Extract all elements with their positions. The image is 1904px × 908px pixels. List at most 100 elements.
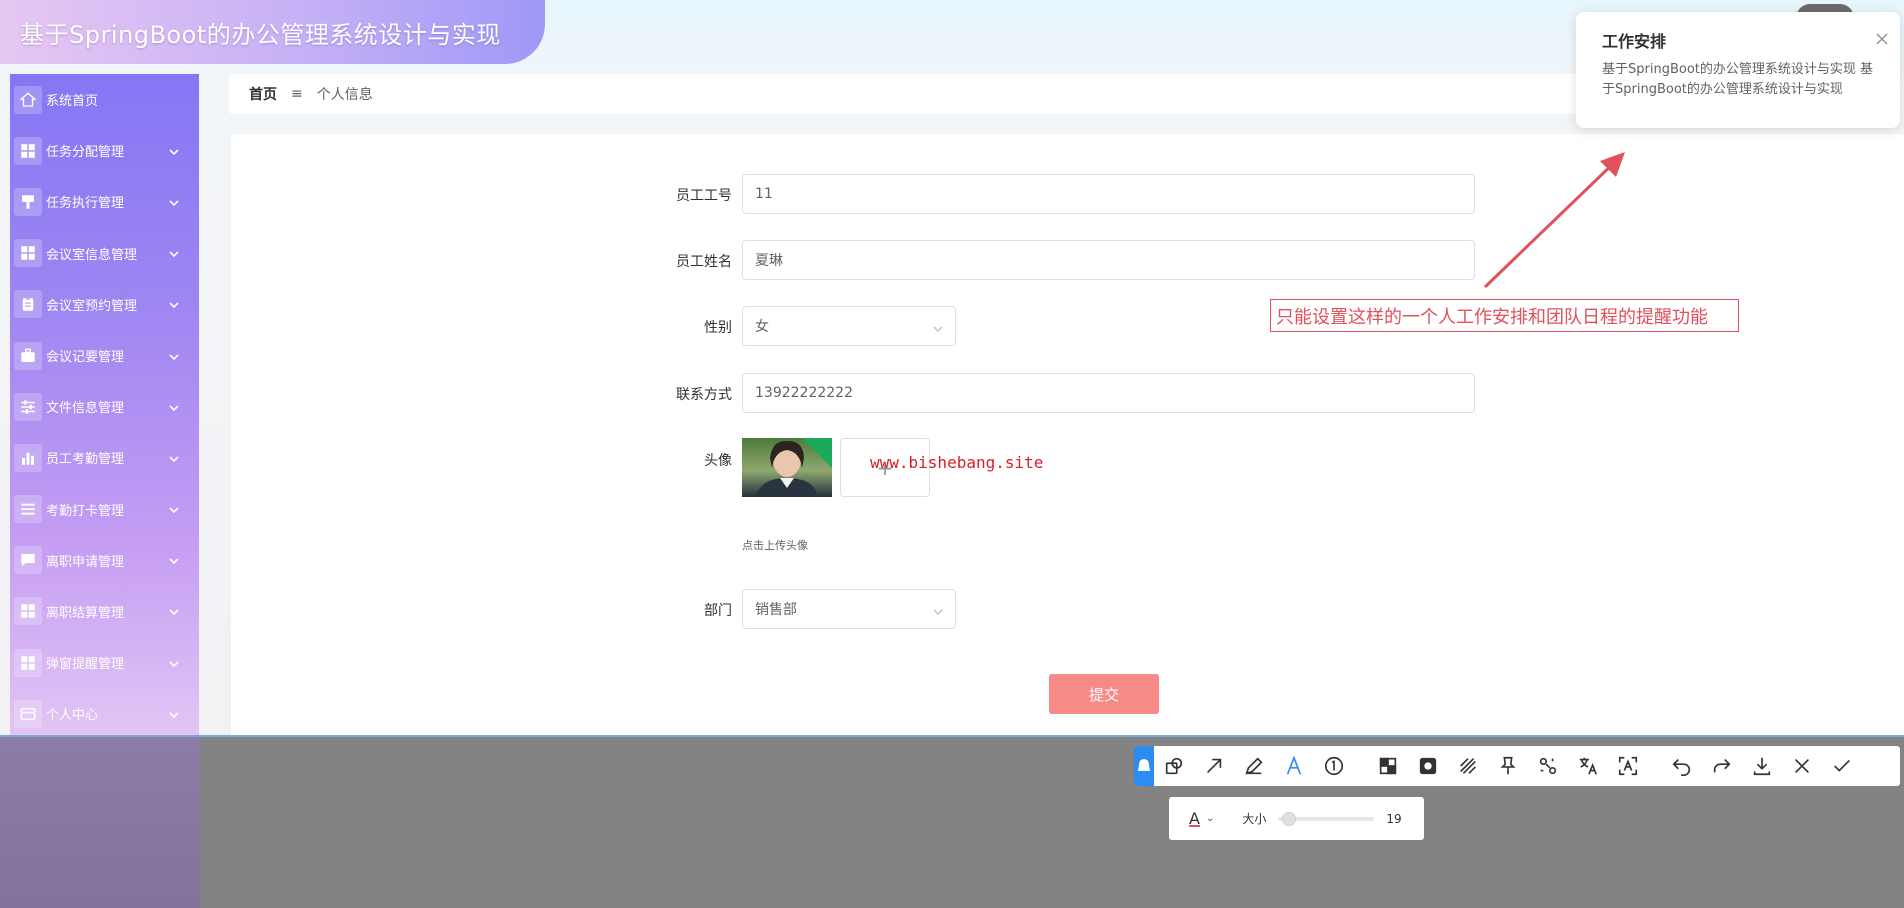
sidebar-item-task-exec[interactable]: 任务执行管理: [10, 176, 199, 227]
close-icon[interactable]: [1782, 746, 1822, 786]
annotation-text-box[interactable]: 只能设置这样的一个人工作安排和团队日程的提醒功能: [1270, 299, 1739, 332]
text-size-panel: A ⌄ 大小 19: [1169, 797, 1424, 840]
sidebar-item-label: 任务分配管理: [46, 145, 125, 161]
sidebar-item-clock-in[interactable]: 考勤打卡管理: [10, 484, 199, 535]
size-slider-handle[interactable]: [1282, 811, 1297, 826]
size-slider[interactable]: [1278, 811, 1375, 826]
briefcase-icon: [14, 341, 42, 370]
chevron-down-icon: [169, 709, 179, 719]
sidebar-item-resign-settle[interactable]: 离职结算管理: [10, 586, 199, 637]
contact-label: 联系方式: [676, 387, 732, 403]
sidebar-item-meeting-minutes[interactable]: 会议记要管理: [10, 330, 199, 381]
close-icon[interactable]: [1876, 30, 1888, 45]
sliders-icon: [14, 392, 42, 421]
chevron-down-icon: [169, 402, 179, 412]
grid-icon: [14, 239, 42, 268]
translate-icon[interactable]: [1568, 746, 1608, 786]
scan-icon[interactable]: [1528, 746, 1568, 786]
department-value: 销售部: [755, 602, 797, 618]
sidebar-item-attendance[interactable]: 员工考勤管理: [10, 432, 199, 483]
sidebar-item-label: 任务执行管理: [46, 196, 125, 212]
sidebar-item-label: 会议室预约管理: [46, 298, 138, 314]
sidebar-item-home[interactable]: 系统首页: [10, 74, 199, 125]
pin-icon[interactable]: [1134, 746, 1154, 786]
dimmed-sidebar-remainder: [0, 736, 200, 908]
avatar[interactable]: [742, 438, 832, 497]
sidebar: 系统首页 任务分配管理 任务执行管理 会议室信息管理 会议室预约管理 会议记要管…: [10, 74, 199, 736]
sidebar-item-label: 会议室信息管理: [46, 247, 138, 263]
contact-input[interactable]: 13922222222: [742, 373, 1475, 413]
chevron-down-icon: [169, 453, 179, 463]
employee-no-value: 11: [755, 186, 773, 202]
download-icon[interactable]: [1742, 746, 1782, 786]
sidebar-item-popup-reminder[interactable]: 弹窗提醒管理: [10, 637, 199, 688]
hatch-icon[interactable]: [1448, 746, 1488, 786]
sidebar-item-profile[interactable]: 个人中心: [10, 688, 199, 736]
sidebar-item-files[interactable]: 文件信息管理: [10, 381, 199, 432]
screenshot-toolbar: [1134, 746, 1900, 786]
contact-value: 13922222222: [755, 385, 853, 401]
chevron-down-icon: [933, 322, 943, 333]
sidebar-item-label: 系统首页: [46, 94, 99, 110]
notification-title: 工作安排: [1602, 32, 1667, 51]
chevron-down-icon: [169, 504, 179, 514]
employee-name-input[interactable]: 夏琳: [742, 240, 1475, 280]
shape-icon[interactable]: [1154, 746, 1194, 786]
grid-icon: [14, 648, 42, 677]
mosaic-icon[interactable]: [1368, 746, 1408, 786]
bar-chart-icon: [14, 443, 42, 472]
avatar-label: 头像: [704, 453, 732, 469]
breadcrumb-home[interactable]: 首页: [249, 84, 277, 104]
brush-icon: [14, 187, 42, 216]
sidebar-item-label: 会议记要管理: [46, 350, 125, 366]
app-title-text: 基于SpringBoot的办公管理系统设计与实现: [20, 20, 501, 49]
ocr-icon[interactable]: [1608, 746, 1648, 786]
arrow-icon[interactable]: [1194, 746, 1234, 786]
chevron-down-icon: [169, 555, 179, 565]
grid-icon: [14, 136, 42, 165]
id-card-icon: [14, 699, 42, 728]
sidebar-item-label: 个人中心: [46, 708, 99, 724]
department-label: 部门: [704, 603, 732, 619]
chevron-down-icon: [169, 299, 179, 309]
sidebar-item-label: 离职申请管理: [46, 554, 125, 570]
employee-no-input[interactable]: 11: [742, 174, 1475, 214]
watermark-text: www.bishebang.site: [870, 453, 1044, 472]
pin-top-icon[interactable]: [1488, 746, 1528, 786]
grid-icon: [14, 597, 42, 626]
sidebar-item-resign-apply[interactable]: 离职申请管理: [10, 535, 199, 586]
redo-icon[interactable]: [1702, 746, 1742, 786]
sidebar-item-meeting-booking[interactable]: 会议室预约管理: [10, 279, 199, 330]
text-icon[interactable]: [1274, 746, 1314, 786]
undo-icon[interactable]: [1662, 746, 1702, 786]
chevron-down-icon: [169, 606, 179, 616]
size-value: 19: [1386, 811, 1402, 826]
blur-icon[interactable]: [1408, 746, 1448, 786]
employee-name-label: 员工姓名: [676, 254, 732, 270]
sidebar-item-label: 离职结算管理: [46, 605, 125, 621]
employee-name-value: 夏琳: [755, 253, 783, 269]
notification-popup: 工作安排 基于SpringBoot的办公管理系统设计与实现 基于SpringBo…: [1576, 12, 1900, 128]
gender-label: 性别: [704, 320, 732, 336]
sidebar-item-meeting-room[interactable]: 会议室信息管理: [10, 228, 199, 279]
gender-select[interactable]: 女: [742, 306, 956, 346]
sidebar-item-label: 考勤打卡管理: [46, 503, 125, 519]
chevron-down-icon: [169, 658, 179, 668]
size-label: 大小: [1242, 812, 1267, 826]
pen-icon[interactable]: [1234, 746, 1274, 786]
submit-button[interactable]: 提交: [1049, 674, 1159, 714]
check-icon[interactable]: [1822, 746, 1862, 786]
breadcrumb-separator: ≡: [291, 86, 303, 102]
sidebar-item-label: 弹窗提醒管理: [46, 657, 125, 673]
chevron-down-icon: [169, 248, 179, 258]
sidebar-item-task-assign[interactable]: 任务分配管理: [10, 125, 199, 176]
font-color-picker[interactable]: A: [1189, 809, 1200, 828]
number-icon[interactable]: [1314, 746, 1354, 786]
annotation-text: 只能设置这样的一个人工作安排和团队日程的提醒功能: [1276, 306, 1708, 328]
clipboard-icon: [14, 290, 42, 319]
chevron-down-icon[interactable]: ⌄: [1206, 813, 1214, 824]
selection-border[interactable]: [0, 735, 1904, 737]
chat-icon: [14, 546, 42, 575]
notification-body: 基于SpringBoot的办公管理系统设计与实现 基于SpringBoot的办公…: [1602, 62, 1874, 97]
department-select[interactable]: 销售部: [742, 589, 956, 629]
